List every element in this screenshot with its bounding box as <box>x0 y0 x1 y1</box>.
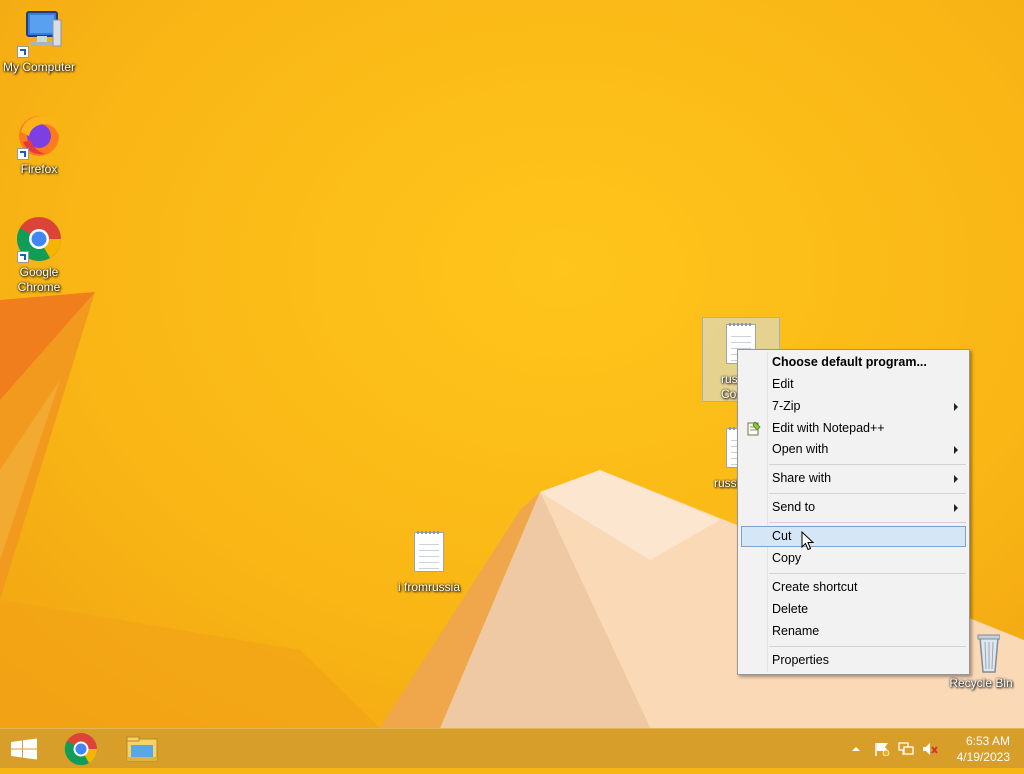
taskbar-clock[interactable]: 6:53 AM 4/19/2023 <box>957 733 1010 765</box>
menu-item-label: Rename <box>772 624 820 638</box>
context-menu: Choose default program... Edit 7-Zip Edi… <box>737 349 970 675</box>
menu-item-copy[interactable]: Copy <box>741 548 966 569</box>
menu-item-edit-with-notepad-plus-plus[interactable]: Edit with Notepad++ <box>741 418 966 439</box>
windows-logo-icon <box>11 738 37 760</box>
menu-item-cut[interactable]: Cut <box>741 526 966 547</box>
desktop-icon-label: Firefox <box>20 162 58 176</box>
submenu-arrow-icon <box>954 403 958 411</box>
menu-item-label: Open with <box>772 442 829 456</box>
menu-item-label: Edit with Notepad++ <box>772 421 885 435</box>
menu-separator <box>769 493 966 494</box>
text-document-icon <box>405 530 453 578</box>
menu-separator <box>769 646 966 647</box>
show-hidden-icons-chevron-icon[interactable] <box>850 742 862 756</box>
file-explorer-icon <box>126 736 158 762</box>
menu-separator <box>769 522 966 523</box>
menu-item-label: Edit <box>772 377 794 391</box>
desktop-icon-label: Google Chrome <box>17 265 61 294</box>
desktop-icon-label: i fromrussia <box>397 580 460 594</box>
menu-item-label: Copy <box>772 551 802 565</box>
mouse-cursor-icon <box>801 531 815 551</box>
menu-item-choose-default-program[interactable]: Choose default program... <box>741 352 966 373</box>
taskbar-file-explorer-button[interactable] <box>118 729 166 769</box>
taskbar: 6:53 AM 4/19/2023 <box>0 728 1024 768</box>
desktop-icon-google-chrome[interactable]: Google Chrome <box>0 215 78 295</box>
desktop-icon-label: Recycle Bin <box>949 676 1013 690</box>
menu-item-label: Delete <box>772 602 809 616</box>
network-icon[interactable] <box>898 742 914 756</box>
taskbar-chrome-button[interactable] <box>57 729 105 769</box>
clock-time: 6:53 AM <box>965 734 1010 748</box>
clock-date: 4/19/2023 <box>956 750 1010 764</box>
chrome-icon <box>15 215 63 263</box>
menu-item-edit[interactable]: Edit <box>741 374 966 395</box>
menu-item-label: 7-Zip <box>772 399 801 413</box>
menu-item-create-shortcut[interactable]: Create shortcut <box>741 577 966 598</box>
menu-separator <box>769 573 966 574</box>
desktop-icon-i-fromrussia[interactable]: i fromrussia <box>390 530 468 595</box>
menu-item-label: Properties <box>772 653 829 667</box>
action-center-flag-icon[interactable] <box>874 742 890 756</box>
volume-muted-icon[interactable] <box>922 742 938 756</box>
submenu-arrow-icon <box>954 475 958 483</box>
menu-item-share-with[interactable]: Share with <box>741 468 966 489</box>
menu-item-send-to[interactable]: Send to <box>741 497 966 518</box>
text-document-icon <box>414 531 444 572</box>
start-button[interactable] <box>0 729 48 769</box>
desktop-icon-my-computer[interactable]: My Computer <box>0 10 78 75</box>
submenu-arrow-icon <box>954 504 958 512</box>
shortcut-arrow-icon <box>17 46 29 58</box>
computer-icon <box>15 10 63 58</box>
desktop-icon-label: My Computer <box>2 60 76 74</box>
menu-item-label: Create shortcut <box>772 580 858 594</box>
menu-item-label: Cut <box>772 529 792 543</box>
menu-item-open-with[interactable]: Open with <box>741 439 966 460</box>
notepad-plus-plus-icon <box>747 421 761 436</box>
chrome-icon <box>64 733 98 766</box>
desktop-icon-firefox[interactable]: Firefox <box>0 112 78 177</box>
menu-item-label: Share with <box>772 471 832 485</box>
menu-item-7-zip[interactable]: 7-Zip <box>741 396 966 417</box>
menu-item-label: Choose default program... <box>772 355 927 369</box>
firefox-icon <box>15 112 63 160</box>
menu-item-properties[interactable]: Properties <box>741 650 966 671</box>
shortcut-arrow-icon <box>17 148 29 160</box>
submenu-arrow-icon <box>954 446 958 454</box>
menu-item-label: Send to <box>772 500 816 514</box>
menu-separator <box>769 464 966 465</box>
menu-item-delete[interactable]: Delete <box>741 599 966 620</box>
menu-item-rename[interactable]: Rename <box>741 621 966 642</box>
shortcut-arrow-icon <box>17 251 29 263</box>
